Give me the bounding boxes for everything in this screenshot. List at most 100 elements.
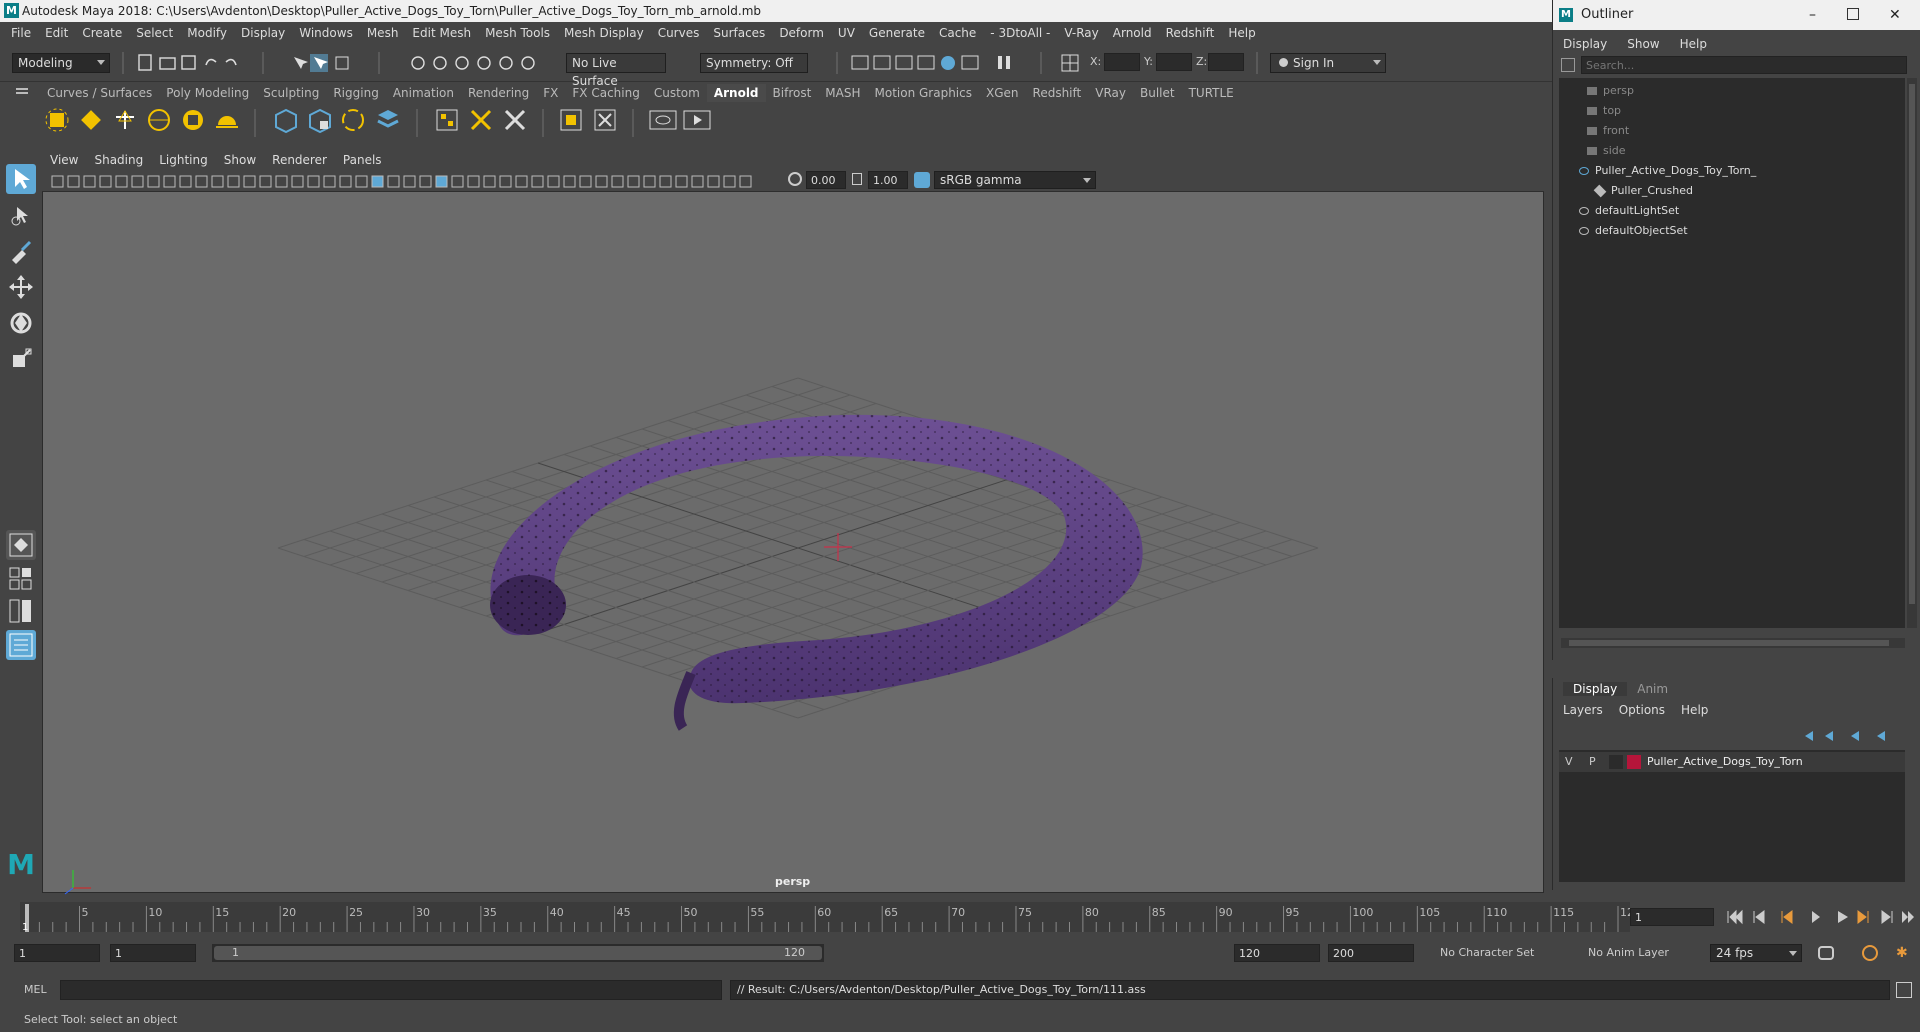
menu-v-ray[interactable]: V-Ray [1057, 22, 1105, 44]
viewport-tool-39-icon[interactable] [675, 175, 688, 188]
viewport-tool-16-icon[interactable] [307, 175, 320, 188]
layer-color-swatch[interactable] [1627, 755, 1641, 769]
layer-visibility-toggle[interactable]: V [1565, 755, 1573, 768]
viewport-tool-7-icon[interactable] [163, 175, 176, 188]
loop-icon[interactable] [1818, 946, 1834, 960]
viewport-tool-37-icon[interactable] [643, 175, 656, 188]
arnold-shelf-icons[interactable] [40, 103, 840, 143]
viewport-tool-10-icon[interactable] [211, 175, 224, 188]
viewport-tool-2-icon[interactable] [83, 175, 96, 188]
viewport-tool-0-icon[interactable] [51, 175, 64, 188]
viewport-tool-31-icon[interactable] [547, 175, 560, 188]
viewport-tool-34-icon[interactable] [595, 175, 608, 188]
shelf-tab-fx[interactable]: FX [536, 84, 565, 102]
menu-file[interactable]: File [4, 22, 38, 44]
layer-menu-layers[interactable]: Layers [1555, 703, 1611, 717]
select-tool-icon[interactable] [6, 164, 36, 194]
viewport-tool-33-icon[interactable] [579, 175, 592, 188]
anim-layer-dropdown[interactable]: No Anim Layer [1588, 946, 1669, 959]
exposure-field[interactable]: 0.00 [806, 171, 846, 189]
layer-menu-help[interactable]: Help [1673, 703, 1716, 717]
viewport-tool-29-icon[interactable] [515, 175, 528, 188]
shelf-menu-icon[interactable] [16, 88, 28, 90]
viewport-menu-shading[interactable]: Shading [86, 153, 151, 167]
time-ruler[interactable]: 5 10 15 20 25 30 35 40 45 50 55 60 65 70 75 80 85 90 95 100… [20, 898, 1640, 936]
layer-row[interactable]: V P Puller_Active_Dogs_Toy_Torn [1559, 752, 1905, 772]
outliner-item[interactable]: front [1587, 122, 1887, 140]
shelf-tab-motion-graphics[interactable]: Motion Graphics [868, 84, 980, 102]
time-slider[interactable]: 5 10 15 20 25 30 35 40 45 50 55 60 65 70 75 80 85 90 95 100… [0, 898, 1920, 936]
viewport-tool-23-icon[interactable] [419, 175, 432, 188]
viewport-tool-5-icon[interactable] [131, 175, 144, 188]
shelf-tab-bifrost[interactable]: Bifrost [766, 84, 819, 102]
viewport-tool-21-icon[interactable] [387, 175, 400, 188]
shelf-tab-bullet[interactable]: Bullet [1133, 84, 1182, 102]
menu-generate[interactable]: Generate [862, 22, 932, 44]
outliner-menu-display[interactable]: Display [1553, 37, 1617, 51]
layer-menu-options[interactable]: Options [1611, 703, 1673, 717]
layer-tab-display[interactable]: Display [1563, 682, 1628, 696]
shelf-tab-turtle[interactable]: TURTLE [1182, 84, 1241, 102]
outliner-hscrollbar[interactable] [1561, 638, 1905, 648]
viewport-tool-20-icon[interactable] [371, 175, 384, 188]
current-frame-field[interactable]: 1 [1630, 908, 1714, 926]
shelf-tab-mash[interactable]: MASH [818, 84, 867, 102]
panel-toolbar-icons[interactable] [48, 173, 768, 191]
selection-mode-icons[interactable] [290, 53, 370, 73]
shelf-tab-fx-caching[interactable]: FX Caching [565, 84, 646, 102]
viewport-tool-25-icon[interactable] [451, 175, 464, 188]
four-view-icon[interactable] [6, 564, 36, 594]
viewport-tool-35-icon[interactable] [611, 175, 624, 188]
range-slider-handle[interactable] [214, 946, 822, 960]
viewport-panel[interactable]: persp [42, 150, 1544, 895]
color-management-icon[interactable] [914, 172, 930, 188]
outliner-vscrollbar[interactable] [1907, 78, 1917, 628]
viewport-tool-28-icon[interactable] [499, 175, 512, 188]
x-field[interactable] [1104, 53, 1140, 71]
z-field[interactable] [1208, 53, 1244, 71]
shelf-tab-rendering[interactable]: Rendering [461, 84, 536, 102]
outliner-item[interactable]: Puller_Crushed [1593, 182, 1895, 200]
shelf-tab-curves-surfaces[interactable]: Curves / Surfaces [40, 84, 159, 102]
shelf-tab-sculpting[interactable]: Sculpting [256, 84, 326, 102]
viewport-scene[interactable] [43, 193, 1543, 934]
menu-curves[interactable]: Curves [651, 22, 707, 44]
shelf-tab-rigging[interactable]: Rigging [326, 84, 385, 102]
viewport-tool-30-icon[interactable] [531, 175, 544, 188]
playback-controls[interactable] [1726, 908, 1916, 926]
outliner-menu-help[interactable]: Help [1670, 37, 1717, 51]
viewport-tool-40-icon[interactable] [691, 175, 704, 188]
sign-in-button[interactable]: Sign In [1270, 53, 1386, 73]
render-tools-icons[interactable] [850, 53, 1030, 73]
script-language-toggle[interactable]: MEL [24, 983, 47, 996]
preferences-icon[interactable]: ✱ [1896, 945, 1912, 961]
menu-cache[interactable]: Cache [932, 22, 983, 44]
viewport-menu-renderer[interactable]: Renderer [264, 153, 335, 167]
menu-modify[interactable]: Modify [180, 22, 234, 44]
menu-surfaces[interactable]: Surfaces [706, 22, 772, 44]
auto-key-icon[interactable] [1862, 945, 1878, 961]
scale-tool-icon[interactable] [6, 344, 36, 374]
viewport-tool-26-icon[interactable] [467, 175, 480, 188]
viewport-tool-4-icon[interactable] [115, 175, 128, 188]
viewport-tool-43-icon[interactable] [739, 175, 752, 188]
menu-uv[interactable]: UV [831, 22, 862, 44]
menu-redshift[interactable]: Redshift [1159, 22, 1222, 44]
viewport-tool-36-icon[interactable] [627, 175, 640, 188]
outliner-item[interactable]: defaultObjectSet [1579, 222, 1879, 240]
viewport-tool-27-icon[interactable] [483, 175, 496, 188]
start-time-field[interactable]: 1 [14, 944, 100, 962]
playback-start-field[interactable]: 1 [110, 944, 196, 962]
viewport-tool-9-icon[interactable] [195, 175, 208, 188]
outliner-item[interactable]: defaultLightSet [1579, 202, 1879, 220]
viewport-tool-12-icon[interactable] [243, 175, 256, 188]
shelf-tab-vray[interactable]: VRay [1088, 84, 1133, 102]
single-view-icon[interactable] [6, 530, 36, 560]
shelf-tab-xgen[interactable]: XGen [979, 84, 1026, 102]
shelf-tab-redshift[interactable]: Redshift [1026, 84, 1089, 102]
fps-dropdown[interactable]: 24 fps [1710, 944, 1802, 962]
viewport-menu-view[interactable]: View [42, 153, 86, 167]
viewport-tool-13-icon[interactable] [259, 175, 272, 188]
range-slider[interactable]: 1 120 [212, 944, 824, 962]
viewport-tool-17-icon[interactable] [323, 175, 336, 188]
